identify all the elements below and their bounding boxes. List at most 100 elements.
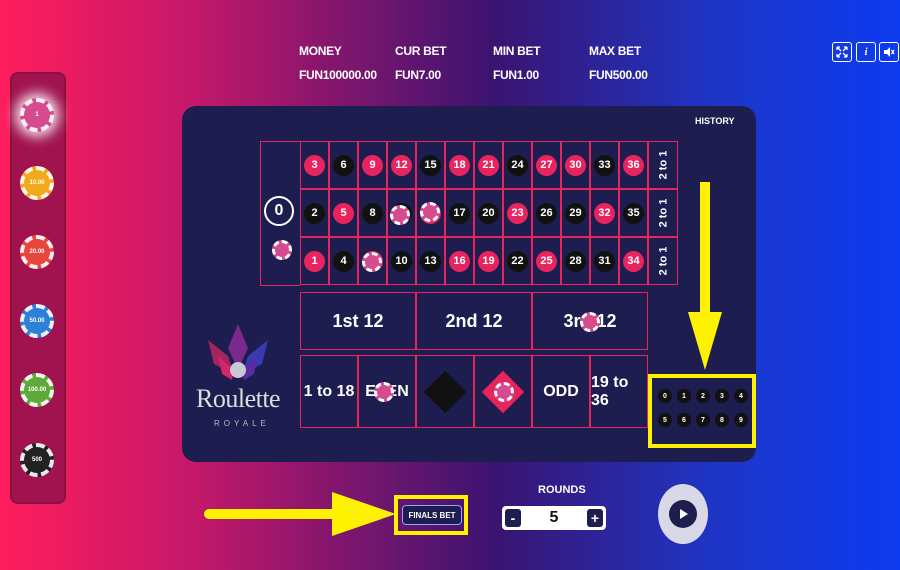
placed-chip[interactable] <box>420 202 440 222</box>
placed-chip[interactable] <box>494 382 514 402</box>
number-disc: 4 <box>333 250 354 272</box>
number-disc: 33 <box>594 154 615 176</box>
max-bet-value: FUN500.00 <box>589 68 648 82</box>
rounds-value[interactable]: 5 <box>524 506 584 530</box>
number-disc: 3 <box>304 154 325 176</box>
chip-4-button[interactable]: 50.00 <box>20 304 54 338</box>
finals-digit-3[interactable]: 3 <box>715 389 729 403</box>
number-cell-26[interactable]: 26 <box>532 189 561 237</box>
rounds-stepper: - 5 + <box>502 506 606 530</box>
number-cell-4[interactable]: 4 <box>329 237 358 285</box>
placed-chip[interactable] <box>580 312 600 332</box>
finals-digit-8[interactable]: 8 <box>715 413 729 427</box>
number-cell-23[interactable]: 23 <box>503 189 532 237</box>
finals-bet-button[interactable]: FINALS BET <box>402 505 462 525</box>
number-cell-5[interactable]: 5 <box>329 189 358 237</box>
finals-digit-2[interactable]: 2 <box>696 389 710 403</box>
number-cell-9[interactable]: 9 <box>358 141 387 189</box>
number-cell-16[interactable]: 16 <box>445 237 474 285</box>
number-cell-18[interactable]: 18 <box>445 141 474 189</box>
number-cell-28[interactable]: 28 <box>561 237 590 285</box>
number-cell-32[interactable]: 32 <box>590 189 619 237</box>
number-disc: 19 <box>478 250 499 272</box>
number-cell-17[interactable]: 17 <box>445 189 474 237</box>
sound-icon[interactable] <box>879 42 899 62</box>
number-cell-25[interactable]: 25 <box>532 237 561 285</box>
number-cell-22[interactable]: 22 <box>503 237 532 285</box>
number-disc: 30 <box>565 154 586 176</box>
finals-digit-5[interactable]: 5 <box>658 413 672 427</box>
chip-1-button[interactable]: 1 <box>20 98 54 132</box>
rounds-increase-button[interactable]: + <box>587 509 603 527</box>
finals-digit-9[interactable]: 9 <box>734 413 748 427</box>
bet-19-to-36[interactable]: 19 to 36 <box>590 355 648 428</box>
number-cell-2[interactable]: 2 <box>300 189 329 237</box>
annotation-arrow-down-icon <box>688 182 722 370</box>
number-disc: 17 <box>449 202 470 224</box>
number-disc: 26 <box>536 202 557 224</box>
column-bet-2[interactable]: 2 to 1 <box>648 189 678 237</box>
number-disc: 32 <box>594 202 615 224</box>
number-disc: 5 <box>333 202 354 224</box>
min-bet-stat: MIN BET FUN1.00 <box>493 44 541 82</box>
number-cell-27[interactable]: 27 <box>532 141 561 189</box>
chip-5-button[interactable]: 100.00 <box>20 373 54 407</box>
placed-chip[interactable] <box>374 382 394 402</box>
number-cell-34[interactable]: 34 <box>619 237 648 285</box>
number-cell-3[interactable]: 3 <box>300 141 329 189</box>
bet-odd[interactable]: ODD <box>532 355 590 428</box>
chip-2-button[interactable]: 10.00 <box>20 166 54 200</box>
number-cell-20[interactable]: 20 <box>474 189 503 237</box>
number-cell-36[interactable]: 36 <box>619 141 648 189</box>
logo-title: Roulette <box>196 384 281 413</box>
info-icon[interactable]: i <box>856 42 876 62</box>
money-value: FUN100000.00 <box>299 68 377 82</box>
column-bet-label: 2 to 1 <box>657 198 670 228</box>
number-cell-12[interactable]: 12 <box>387 141 416 189</box>
number-disc: 10 <box>391 250 412 272</box>
placed-chip[interactable] <box>272 240 292 260</box>
fullscreen-icon[interactable] <box>832 42 852 62</box>
current-bet-label: CUR BET <box>395 44 447 58</box>
finals-bet-highlight <box>648 374 756 448</box>
number-cell-35[interactable]: 35 <box>619 189 648 237</box>
dozen-first[interactable]: 1st 12 <box>300 292 416 350</box>
number-disc: 21 <box>478 154 499 176</box>
play-button[interactable] <box>658 484 708 544</box>
dozen-second[interactable]: 2nd 12 <box>416 292 532 350</box>
number-cell-13[interactable]: 13 <box>416 237 445 285</box>
placed-chip[interactable] <box>390 205 410 225</box>
rounds-decrease-button[interactable]: - <box>505 509 521 527</box>
placed-chip[interactable] <box>362 252 382 272</box>
finals-digit-7[interactable]: 7 <box>696 413 710 427</box>
history-label[interactable]: HISTORY <box>695 116 735 126</box>
number-cell-6[interactable]: 6 <box>329 141 358 189</box>
column-bet-1[interactable]: 2 to 1 <box>648 141 678 189</box>
max-bet-stat: MAX BET FUN500.00 <box>589 44 648 82</box>
number-cell-19[interactable]: 19 <box>474 237 503 285</box>
number-cell-30[interactable]: 30 <box>561 141 590 189</box>
bet-1-to-18[interactable]: 1 to 18 <box>300 355 358 428</box>
chip-3-button[interactable]: 20.00 <box>20 235 54 269</box>
column-bet-3[interactable]: 2 to 1 <box>648 237 678 285</box>
number-cell-8[interactable]: 8 <box>358 189 387 237</box>
annotation-arrow-right-icon <box>204 492 396 536</box>
number-cell-24[interactable]: 24 <box>503 141 532 189</box>
black-diamond-icon <box>423 370 467 413</box>
number-cell-10[interactable]: 10 <box>387 237 416 285</box>
number-cell-15[interactable]: 15 <box>416 141 445 189</box>
number-cell-33[interactable]: 33 <box>590 141 619 189</box>
finals-digit-4[interactable]: 4 <box>734 389 748 403</box>
number-cell-29[interactable]: 29 <box>561 189 590 237</box>
bet-black[interactable] <box>416 355 474 428</box>
finals-digit-0[interactable]: 0 <box>658 389 672 403</box>
number-cell-31[interactable]: 31 <box>590 237 619 285</box>
finals-digit-6[interactable]: 6 <box>677 413 691 427</box>
chip-6-button[interactable]: 500 <box>20 443 54 477</box>
number-cell-21[interactable]: 21 <box>474 141 503 189</box>
number-disc: 13 <box>420 250 441 272</box>
number-cell-1[interactable]: 1 <box>300 237 329 285</box>
finals-digit-1[interactable]: 1 <box>677 389 691 403</box>
number-disc: 25 <box>536 250 557 272</box>
number-disc: 31 <box>594 250 615 272</box>
